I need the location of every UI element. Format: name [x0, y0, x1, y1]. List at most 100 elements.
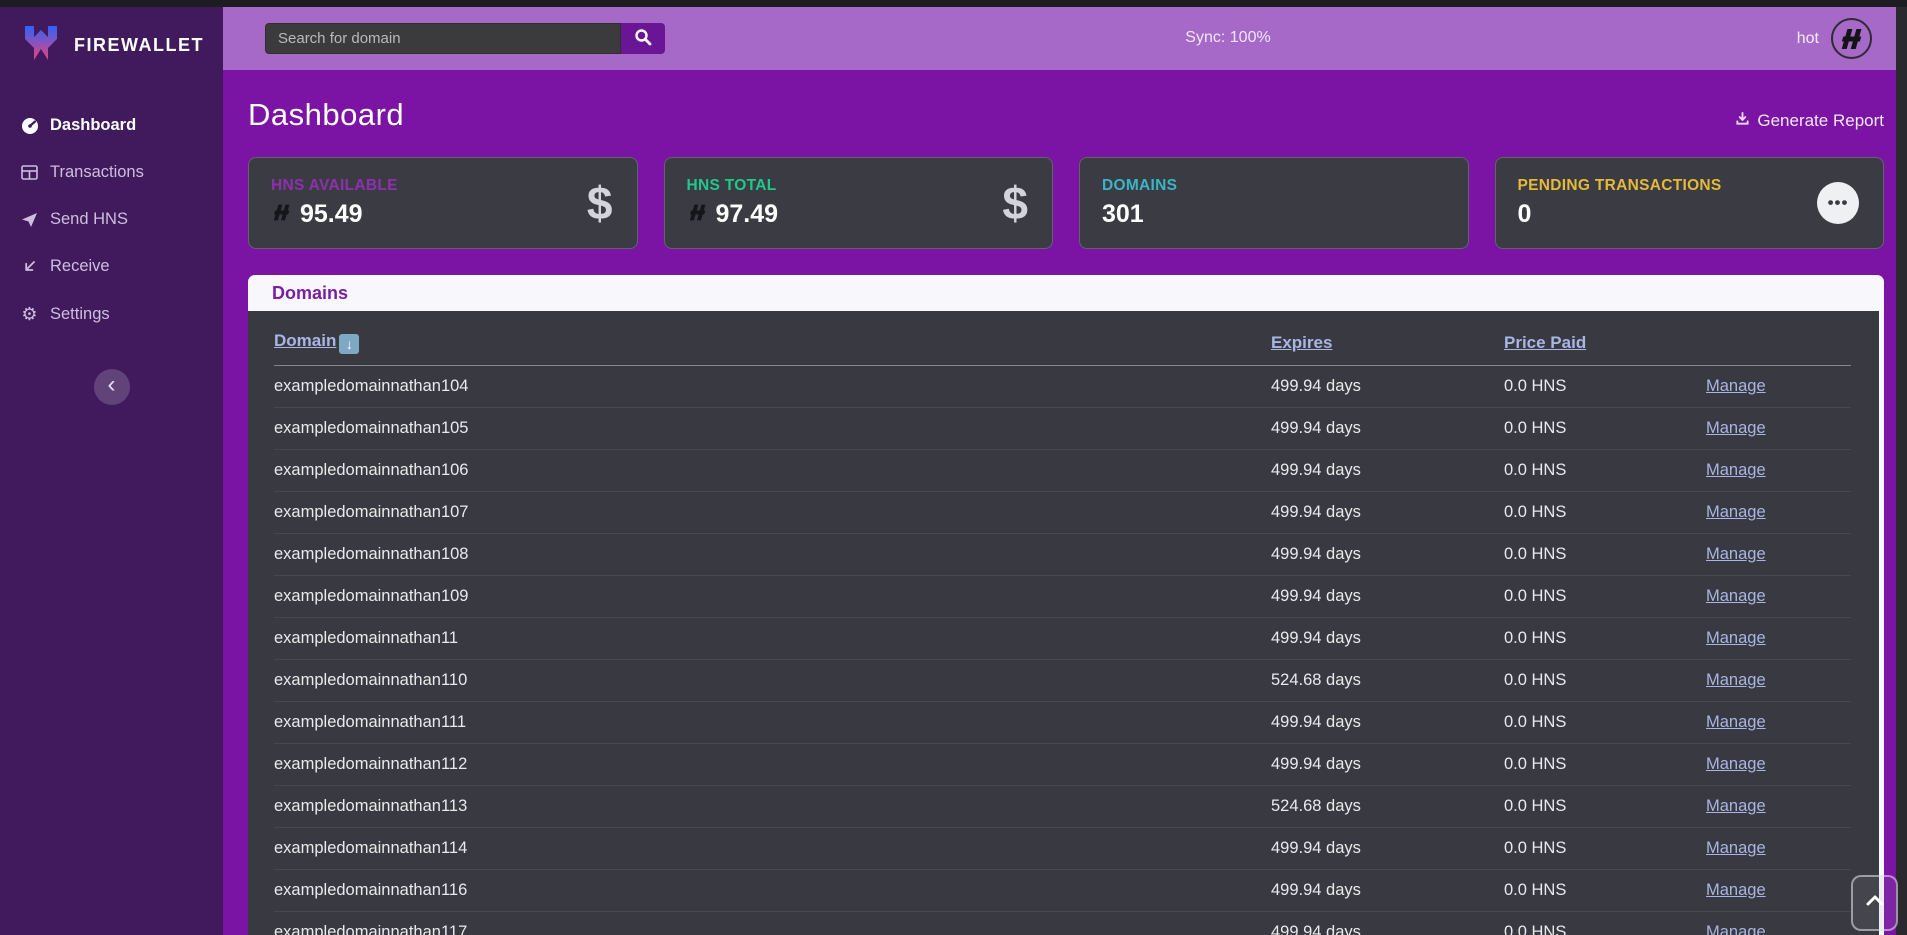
- manage-link[interactable]: Manage: [1706, 923, 1766, 935]
- sidebar-item-receive[interactable]: Receive: [0, 243, 223, 290]
- brand-name: FIREWALLET: [74, 35, 204, 56]
- hns-logo-icon: [687, 200, 709, 229]
- domain-price: 0.0 HNS: [1504, 450, 1706, 492]
- domain-expires: 499.94 days: [1271, 618, 1504, 660]
- domains-table-container: Domain↓ Expires Price Paid exampledomain…: [248, 311, 1879, 935]
- stat-card-hns-total: HNS TOTAL 97.49 $: [664, 157, 1054, 249]
- domain-price: 0.0 HNS: [1504, 492, 1706, 534]
- domains-table: Domain↓ Expires Price Paid exampledomain…: [274, 319, 1851, 935]
- stat-value: 301: [1102, 200, 1144, 229]
- domain-expires: 499.94 days: [1271, 702, 1504, 744]
- sidebar: FIREWALLET Dashboard Transactions Send H…: [0, 7, 223, 935]
- domain-expires: 499.94 days: [1271, 450, 1504, 492]
- search-input[interactable]: [265, 23, 621, 54]
- domain-name: exampledomainnathan108: [274, 534, 1271, 576]
- dollar-sign-icon: $: [587, 180, 613, 226]
- table-row: exampledomainnathan11499.94 days0.0 HNSM…: [274, 618, 1851, 660]
- domain-expires: 524.68 days: [1271, 786, 1504, 828]
- table-header-row: Domain↓ Expires Price Paid: [274, 319, 1851, 366]
- manage-link[interactable]: Manage: [1706, 629, 1766, 647]
- window-right-edge: [1896, 0, 1907, 935]
- domain-expires: 499.94 days: [1271, 534, 1504, 576]
- stat-label: HNS AVAILABLE: [271, 177, 398, 195]
- search-button[interactable]: [621, 23, 665, 54]
- domain-expires: 499.94 days: [1271, 366, 1504, 408]
- domain-price: 0.0 HNS: [1504, 744, 1706, 786]
- table-row: exampledomainnathan117499.94 days0.0 HNS…: [274, 912, 1851, 935]
- search-icon: [634, 28, 652, 49]
- sidebar-item-label: Transactions: [50, 163, 144, 182]
- domain-name: exampledomainnathan111: [274, 702, 1271, 744]
- domain-name: exampledomainnathan107: [274, 492, 1271, 534]
- stat-card-domains: DOMAINS 301: [1079, 157, 1469, 249]
- manage-link[interactable]: Manage: [1706, 503, 1766, 521]
- column-header-domain[interactable]: Domain: [274, 331, 336, 350]
- domain-price: 0.0 HNS: [1504, 366, 1706, 408]
- domain-name: exampledomainnathan109: [274, 576, 1271, 618]
- column-header-price-paid[interactable]: Price Paid: [1504, 333, 1586, 352]
- sort-descending-icon: ↓: [339, 334, 359, 354]
- dollar-sign-icon: $: [1002, 180, 1028, 226]
- sidebar-item-dashboard[interactable]: Dashboard: [0, 102, 223, 149]
- wallet-switcher[interactable]: hot: [1797, 18, 1872, 59]
- manage-link[interactable]: Manage: [1706, 839, 1766, 857]
- domain-price: 0.0 HNS: [1504, 660, 1706, 702]
- table-icon: [20, 165, 39, 180]
- manage-link[interactable]: Manage: [1706, 671, 1766, 689]
- firewallet-logo-icon: [20, 23, 62, 68]
- table-row: exampledomainnathan114499.94 days0.0 HNS…: [274, 828, 1851, 870]
- generate-report-button[interactable]: Generate Report: [1735, 111, 1884, 133]
- stat-card-hns-available: HNS AVAILABLE 95.49 $: [248, 157, 638, 249]
- domain-name: exampledomainnathan112: [274, 744, 1271, 786]
- sidebar-item-label: Send HNS: [50, 210, 128, 229]
- hns-logo-icon: [271, 200, 293, 229]
- arrow-down-left-icon: [20, 259, 39, 275]
- sidebar-collapse-button[interactable]: ‹: [94, 369, 130, 405]
- table-row: exampledomainnathan109499.94 days0.0 HNS…: [274, 576, 1851, 618]
- app-window: FIREWALLET Dashboard Transactions Send H…: [0, 0, 1907, 935]
- manage-link[interactable]: Manage: [1706, 797, 1766, 815]
- manage-link[interactable]: Manage: [1706, 881, 1766, 899]
- stat-cards: HNS AVAILABLE 95.49 $ HNS TOTAL: [248, 157, 1884, 249]
- chevron-up-icon: [1864, 894, 1886, 912]
- manage-link[interactable]: Manage: [1706, 461, 1766, 479]
- column-header-expires[interactable]: Expires: [1271, 333, 1332, 352]
- sidebar-item-transactions[interactable]: Transactions: [0, 149, 223, 196]
- domain-price: 0.0 HNS: [1504, 618, 1706, 660]
- topbar: Sync: 100% hot: [223, 7, 1896, 70]
- table-row: exampledomainnathan104499.94 days0.0 HNS…: [274, 366, 1851, 408]
- manage-link[interactable]: Manage: [1706, 755, 1766, 773]
- manage-link[interactable]: Manage: [1706, 419, 1766, 437]
- manage-link[interactable]: Manage: [1706, 713, 1766, 731]
- brand: FIREWALLET: [0, 7, 223, 88]
- stat-value: 0: [1518, 200, 1532, 229]
- wallet-name: hot: [1797, 30, 1819, 48]
- tachometer-icon: [20, 117, 39, 135]
- domain-name: exampledomainnathan117: [274, 912, 1271, 935]
- manage-link[interactable]: Manage: [1706, 545, 1766, 563]
- gear-icon: ⚙: [20, 304, 39, 325]
- window-top-edge: [0, 0, 1907, 7]
- download-icon: [1735, 111, 1750, 131]
- domain-name: exampledomainnathan113: [274, 786, 1271, 828]
- manage-link[interactable]: Manage: [1706, 587, 1766, 605]
- stat-label: HNS TOTAL: [687, 177, 779, 195]
- handshake-avatar-icon: [1831, 18, 1872, 59]
- table-row: exampledomainnathan110524.68 days0.0 HNS…: [274, 660, 1851, 702]
- domain-name: exampledomainnathan105: [274, 408, 1271, 450]
- scroll-to-top-button[interactable]: [1851, 875, 1898, 931]
- sidebar-nav: Dashboard Transactions Send HNS Receive: [0, 102, 223, 339]
- sidebar-item-send-hns[interactable]: Send HNS: [0, 196, 223, 243]
- domain-search: [265, 23, 665, 54]
- table-row: exampledomainnathan113524.68 days0.0 HNS…: [274, 786, 1851, 828]
- stat-label: DOMAINS: [1102, 177, 1177, 195]
- stat-value: 95.49: [300, 200, 363, 229]
- domain-name: exampledomainnathan114: [274, 828, 1271, 870]
- table-row: exampledomainnathan111499.94 days0.0 HNS…: [274, 702, 1851, 744]
- domains-panel-header: Domains: [248, 275, 1884, 311]
- domain-name: exampledomainnathan116: [274, 870, 1271, 912]
- table-row: exampledomainnathan108499.94 days0.0 HNS…: [274, 534, 1851, 576]
- table-row: exampledomainnathan105499.94 days0.0 HNS…: [274, 408, 1851, 450]
- sidebar-item-settings[interactable]: ⚙ Settings: [0, 290, 223, 339]
- manage-link[interactable]: Manage: [1706, 377, 1766, 395]
